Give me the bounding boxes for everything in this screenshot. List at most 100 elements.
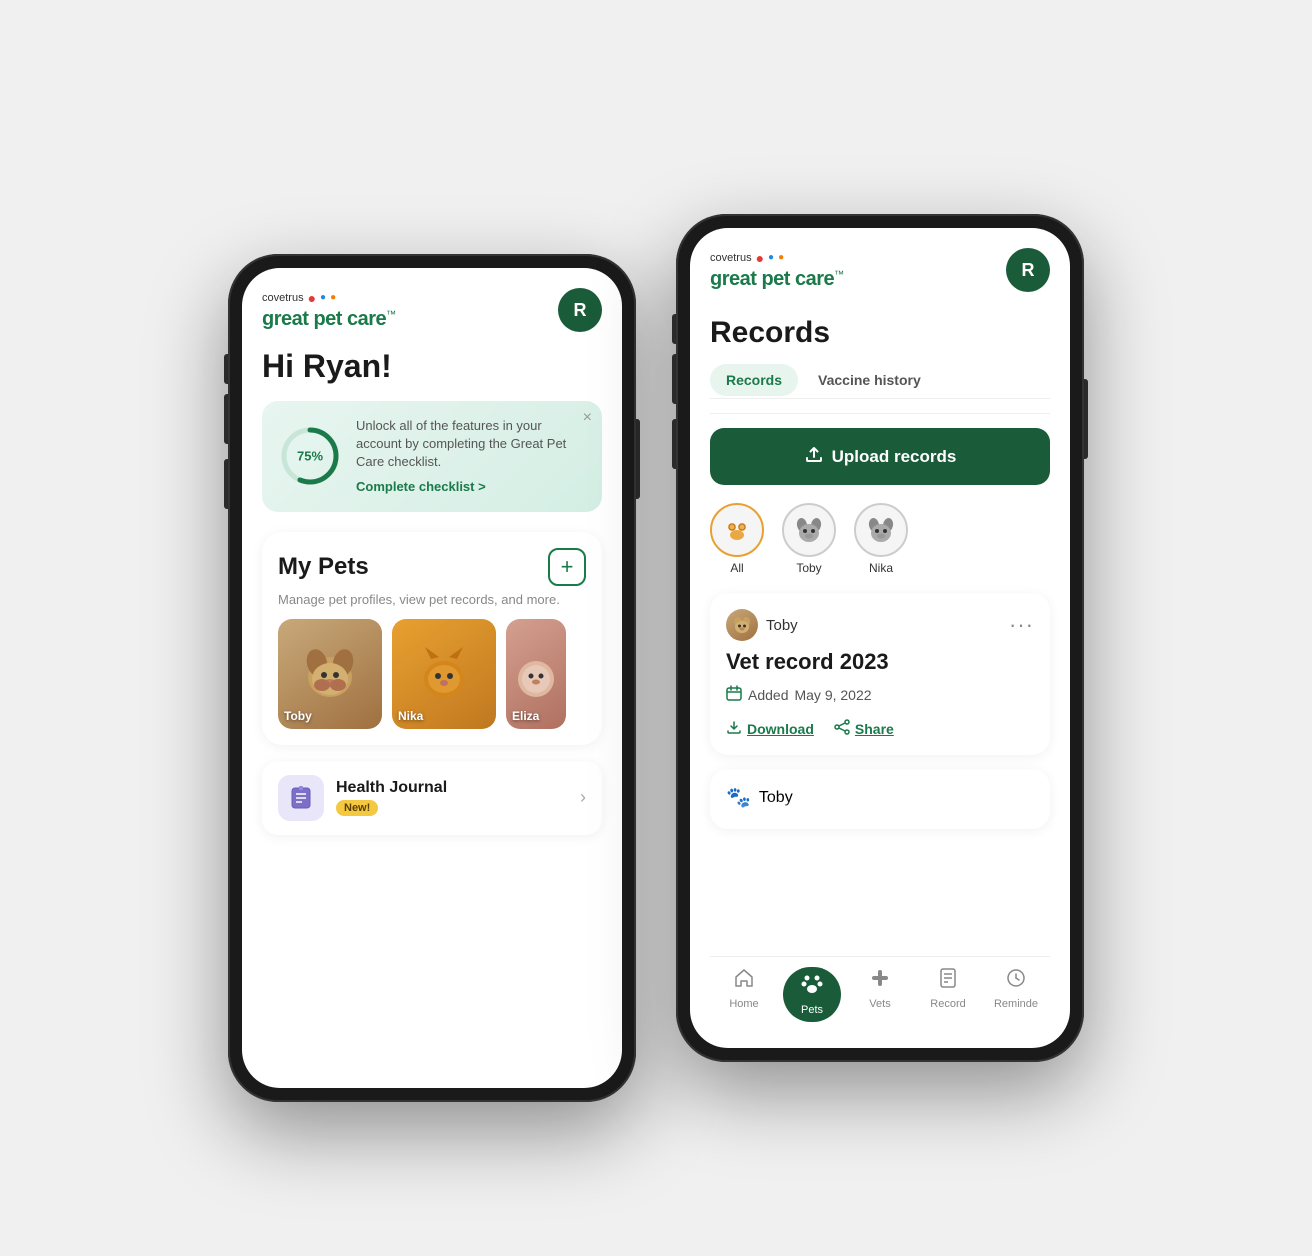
home-icon [733, 967, 755, 995]
greatpetcare-logo: great pet care™ [262, 308, 396, 331]
record-pet-name-1: Toby [766, 617, 1001, 634]
covetrus-logo: covetrus ● ● ● [262, 290, 396, 306]
close-banner-button[interactable]: × [583, 409, 592, 427]
filter-all[interactable]: All [710, 503, 764, 575]
phone2-power-button [1084, 379, 1088, 459]
record-card-1-header: Toby ··· [726, 609, 1034, 641]
phone1-header: covetrus ● ● ● great pet care™ R [262, 288, 602, 332]
toby-filter-circle [782, 503, 836, 557]
my-pets-subtitle: Manage pet profiles, view pet records, a… [278, 592, 586, 607]
nav-reminders[interactable]: Reminde [982, 967, 1050, 1022]
upload-icon [804, 444, 824, 469]
health-journal-title: Health Journal [336, 779, 568, 797]
phone2-vol-up-button [672, 354, 676, 404]
checklist-banner: 75% Unlock all of the features in your a… [262, 401, 602, 512]
red-dot-icon: ● [308, 290, 316, 306]
health-journal-icon [278, 775, 324, 821]
records-title: Records [710, 316, 1050, 350]
greeting-text: Hi Ryan! [262, 348, 602, 385]
phone-2-screen: covetrus ● ● ● great pet care™ R Records [690, 228, 1070, 1048]
calendar-icon-1 [726, 685, 742, 705]
phone2-red-dot-icon: ● [756, 250, 764, 266]
phone2-vol-down-button [672, 419, 676, 469]
phone2-greatpetcare-logo: great pet care™ [710, 268, 844, 291]
phone-2: covetrus ● ● ● great pet care™ R Records [676, 214, 1084, 1062]
user-avatar-button[interactable]: R [558, 288, 602, 332]
pets-row: Toby [278, 619, 586, 729]
all-filter-circle [710, 503, 764, 557]
pet-card-nika[interactable]: Nika [392, 619, 496, 729]
my-pets-title: My Pets [278, 553, 369, 581]
phone2-user-avatar-button[interactable]: R [1006, 248, 1050, 292]
nav-pets-label: Pets [801, 1004, 823, 1016]
record-menu-button-1[interactable]: ··· [1009, 612, 1034, 638]
nav-vets[interactable]: Vets [846, 967, 914, 1022]
tabs-divider [710, 413, 1050, 414]
nika-name: Nika [398, 709, 423, 723]
upload-records-button[interactable]: Upload records [710, 428, 1050, 485]
vets-icon [869, 967, 891, 995]
partial-record-header: 🐾 Toby [726, 785, 1034, 810]
filter-nika[interactable]: Nika [854, 503, 908, 575]
download-button[interactable]: Download [726, 719, 814, 739]
download-icon [726, 719, 742, 739]
complete-checklist-link[interactable]: Complete checklist > [356, 479, 486, 494]
nav-home[interactable]: Home [710, 967, 778, 1022]
progress-circle: 75% [278, 424, 342, 488]
phone2-blue-dot-icon: ● [768, 252, 774, 263]
upload-records-label: Upload records [832, 447, 957, 467]
record-actions-1: Download [726, 719, 1034, 739]
share-button[interactable]: Share [834, 719, 894, 739]
record-card-2-partial: 🐾 Toby [710, 769, 1050, 829]
power-button [636, 419, 640, 499]
phones-container: covetrus ● ● ● great pet care™ R Hi Ryan… [228, 154, 1084, 1102]
phone2-header: covetrus ● ● ● great pet care™ R [710, 248, 1050, 292]
phone2-orange-dot-icon: ● [778, 252, 784, 263]
health-journal-row[interactable]: Health Journal New! › [262, 761, 602, 835]
partial-pet-name: Toby [759, 789, 793, 807]
new-badge: New! [336, 800, 378, 816]
nav-pets[interactable]: Pets [778, 967, 846, 1022]
nav-record-label: Record [930, 998, 965, 1010]
record-toby-avatar [726, 609, 758, 641]
pet-card-toby[interactable]: Toby [278, 619, 382, 729]
pets-icon [801, 973, 823, 1001]
orange-dot-icon: ● [330, 292, 336, 303]
phone-1: covetrus ● ● ● great pet care™ R Hi Ryan… [228, 254, 636, 1102]
checklist-description: Unlock all of the features in your accou… [356, 417, 586, 496]
spacer [710, 829, 1050, 956]
phone2-logo-area: covetrus ● ● ● great pet care™ [710, 250, 844, 291]
progress-percent: 75% [297, 449, 323, 464]
record-date-label-1: Added [748, 687, 788, 703]
nika-filter-circle [854, 503, 908, 557]
tab-vaccine-history[interactable]: Vaccine history [802, 364, 937, 396]
filter-toby[interactable]: Toby [782, 503, 836, 575]
partial-paw-icon: 🐾 [726, 785, 751, 810]
blue-dot-icon: ● [320, 292, 326, 303]
download-label: Download [747, 721, 814, 737]
reminders-icon [1005, 967, 1027, 995]
eliza-name: Eliza [512, 709, 539, 723]
records-tabs: Records Vaccine history [710, 364, 1050, 399]
share-icon [834, 719, 850, 739]
my-pets-header: My Pets + [278, 548, 586, 586]
logo-area: covetrus ● ● ● great pet care™ [262, 290, 396, 331]
record-icon [937, 967, 959, 995]
pet-filter-row: All Toby [710, 503, 1050, 575]
nav-reminders-label: Reminde [994, 998, 1038, 1010]
phone2-covetrus-logo: covetrus ● ● ● [710, 250, 844, 266]
add-pet-button[interactable]: + [548, 548, 586, 586]
toby-filter-label: Toby [796, 561, 821, 575]
record-date-value-1: May 9, 2022 [794, 687, 871, 703]
silent-button [224, 354, 228, 384]
tab-records[interactable]: Records [710, 364, 798, 396]
nav-home-label: Home [729, 998, 758, 1010]
vol-down-button [224, 459, 228, 509]
pet-card-eliza[interactable]: Eliza [506, 619, 566, 729]
nika-filter-label: Nika [869, 561, 893, 575]
nav-record[interactable]: Record [914, 967, 982, 1022]
health-journal-arrow-icon: › [580, 787, 586, 808]
vol-up-button [224, 394, 228, 444]
record-date-row-1: Added May 9, 2022 [726, 685, 1034, 705]
all-filter-label: All [730, 561, 743, 575]
